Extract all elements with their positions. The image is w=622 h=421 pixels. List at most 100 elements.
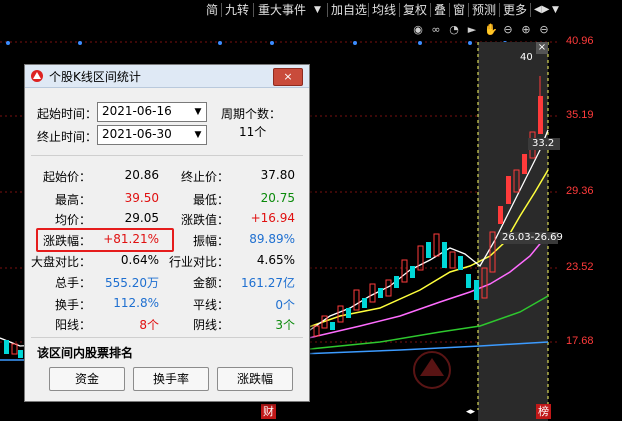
change-value: +16.94 bbox=[250, 211, 295, 225]
interval-drag-handle-icon[interactable]: ◂▸ bbox=[466, 407, 475, 417]
ranking-tag[interactable]: 榜 bbox=[536, 404, 551, 419]
avg-price-label: 均价： bbox=[54, 213, 91, 227]
app-logo-icon bbox=[31, 70, 43, 82]
pct-change-value: +81.21% bbox=[103, 232, 159, 246]
play-icon[interactable]: ► bbox=[466, 24, 478, 36]
candle[interactable] bbox=[466, 274, 471, 288]
toolbar-divider bbox=[530, 3, 531, 17]
toolbar-divider bbox=[221, 3, 222, 17]
volume-value: 555.20万 bbox=[105, 276, 159, 290]
window-button[interactable]: 窗 bbox=[453, 2, 465, 18]
dialog-title: 个股K线区间统计 bbox=[49, 70, 141, 84]
price-tag: 33.2 bbox=[532, 138, 555, 149]
rank-capital-button[interactable]: 资金 bbox=[49, 367, 125, 391]
low-label: 最低： bbox=[192, 193, 229, 207]
event-marker[interactable] bbox=[270, 41, 274, 45]
toolbar-divider bbox=[368, 3, 369, 17]
candle[interactable] bbox=[394, 276, 399, 288]
high-marker: 40 bbox=[520, 52, 533, 63]
candle[interactable] bbox=[18, 350, 23, 358]
nine-turn-button[interactable]: 九转 bbox=[225, 2, 249, 18]
overlay-button[interactable]: 叠 bbox=[434, 2, 446, 18]
candle[interactable] bbox=[362, 298, 367, 308]
candle[interactable] bbox=[458, 256, 463, 270]
period-count-label: 周期个数： bbox=[221, 107, 282, 121]
search-minus-icon[interactable]: ⊖ bbox=[502, 24, 514, 36]
candle[interactable] bbox=[330, 322, 335, 330]
price-axis-label: 17.68 bbox=[566, 335, 594, 347]
rank-turnover-button[interactable]: 换手率 bbox=[133, 367, 209, 391]
candle[interactable] bbox=[378, 288, 383, 298]
candle[interactable] bbox=[538, 96, 543, 134]
candle[interactable] bbox=[417, 245, 424, 271]
hand-icon[interactable]: ✋ bbox=[484, 24, 498, 36]
candle[interactable] bbox=[346, 308, 351, 318]
clock-icon[interactable]: ◔ bbox=[448, 24, 460, 36]
candle[interactable] bbox=[4, 340, 9, 354]
market-compare-value: 0.64% bbox=[120, 253, 159, 267]
candle[interactable] bbox=[11, 343, 18, 355]
chevron-down-icon[interactable]: ▼ bbox=[190, 103, 206, 121]
pct-change-label: 涨跌幅： bbox=[42, 234, 91, 248]
close-button[interactable]: × bbox=[273, 68, 303, 86]
eye-icon[interactable]: ◉ bbox=[412, 24, 424, 36]
major-events-button[interactable]: 重大事件 bbox=[258, 2, 306, 18]
forecast-button[interactable]: 预测 bbox=[472, 2, 496, 18]
adjust-rights-button[interactable]: 复权 bbox=[403, 2, 427, 18]
candle[interactable] bbox=[313, 325, 320, 337]
chevron-down-icon[interactable]: ▼ bbox=[190, 126, 206, 144]
toolbar-dropdown-icon[interactable]: ▼ bbox=[552, 2, 559, 18]
more-button[interactable]: 更多 bbox=[503, 2, 527, 18]
turnover-value: 112.8% bbox=[113, 296, 159, 310]
candle[interactable] bbox=[433, 233, 440, 257]
turnover-label: 换手： bbox=[54, 298, 91, 312]
event-marker[interactable] bbox=[353, 41, 357, 45]
candle[interactable] bbox=[449, 251, 456, 269]
price-axis-label: 29.36 bbox=[566, 185, 594, 197]
toolbar-divider bbox=[327, 3, 328, 17]
candle[interactable] bbox=[442, 242, 447, 268]
interval-stats-dialog: 个股K线区间统计 × 起始时间： 2021-06-16 ▼ 终止时间： 2021… bbox=[24, 64, 310, 402]
plus-icon[interactable]: ⊕ bbox=[520, 24, 532, 36]
event-marker[interactable] bbox=[418, 41, 422, 45]
candle[interactable] bbox=[506, 176, 511, 204]
flat-count-value: 0个 bbox=[275, 298, 295, 312]
amount-label: 金额： bbox=[192, 276, 229, 290]
up-count-value: 8个 bbox=[139, 318, 159, 332]
toolbar-divider bbox=[499, 3, 500, 17]
candle[interactable] bbox=[353, 289, 360, 311]
event-marker[interactable] bbox=[78, 41, 82, 45]
amount-value: 161.27亿 bbox=[241, 276, 295, 290]
rank-change-button[interactable]: 涨跌幅 bbox=[217, 367, 293, 391]
close-interval-icon[interactable]: × bbox=[536, 42, 548, 54]
candle[interactable] bbox=[522, 154, 527, 174]
change-label: 涨跌值： bbox=[180, 213, 229, 227]
add-favorite-button[interactable]: 加自选 bbox=[331, 2, 367, 18]
event-marker[interactable] bbox=[218, 41, 222, 45]
event-marker[interactable] bbox=[6, 41, 10, 45]
end-time-select[interactable]: 2021-06-30 ▼ bbox=[97, 125, 207, 145]
candle[interactable] bbox=[369, 283, 376, 303]
toolbar-divider bbox=[449, 3, 450, 17]
candle[interactable] bbox=[337, 305, 344, 323]
amplitude-value: 89.89% bbox=[249, 232, 295, 246]
dialog-divider bbox=[31, 337, 303, 338]
ranking-section-title: 该区间内股票排名 bbox=[37, 346, 134, 360]
candle[interactable] bbox=[401, 259, 408, 283]
simplified-button[interactable]: 简 bbox=[206, 2, 218, 18]
finance-tag[interactable]: 财 bbox=[261, 404, 276, 419]
candle[interactable] bbox=[498, 206, 503, 224]
event-marker[interactable] bbox=[468, 41, 472, 45]
infinity-icon[interactable]: ∞ bbox=[430, 24, 442, 36]
toolbar-divider bbox=[468, 3, 469, 17]
dialog-titlebar[interactable]: 个股K线区间统计 × bbox=[25, 65, 309, 88]
candle[interactable] bbox=[474, 280, 479, 300]
collapse-arrows-icon[interactable]: ◀▶ bbox=[534, 2, 549, 18]
candle[interactable] bbox=[410, 266, 415, 278]
volume-label: 总手： bbox=[54, 276, 91, 290]
major-events-dropdown-icon[interactable]: ▼ bbox=[314, 2, 321, 18]
candle[interactable] bbox=[426, 242, 431, 258]
moving-average-button[interactable]: 均线 bbox=[372, 2, 396, 18]
minus-icon[interactable]: ⊖ bbox=[538, 24, 550, 36]
start-time-select[interactable]: 2021-06-16 ▼ bbox=[97, 102, 207, 122]
